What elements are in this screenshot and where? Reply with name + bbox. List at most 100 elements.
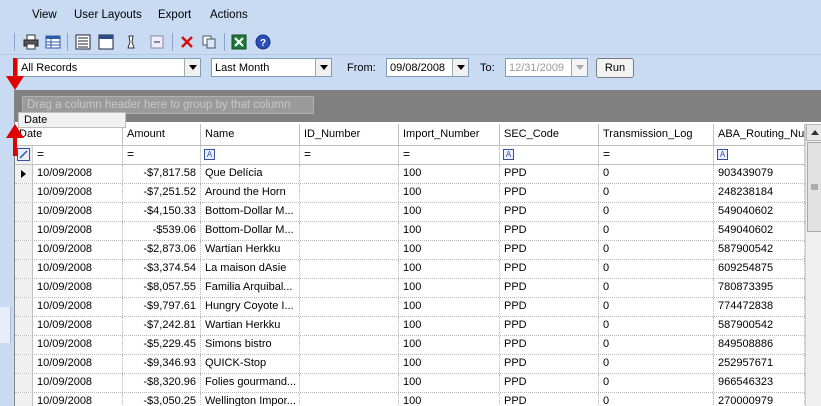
cell-name[interactable]: Wartian Herkku: [201, 241, 300, 259]
cell-sec-code[interactable]: PPD: [500, 279, 599, 297]
cell-amount[interactable]: -$7,817.58: [123, 165, 201, 183]
cell-id-number[interactable]: [300, 241, 399, 259]
cell-transmission-log[interactable]: 0: [599, 374, 714, 392]
period-dropdown[interactable]: Last Month: [211, 58, 332, 77]
from-date-picker[interactable]: 09/08/2008: [386, 58, 469, 77]
column-header-sec-code[interactable]: SEC_Code: [500, 124, 599, 145]
group-by-area[interactable]: Drag a column header here to group by th…: [15, 90, 821, 122]
cell-date[interactable]: 10/09/2008: [33, 260, 123, 278]
column-header-amount[interactable]: Amount: [123, 124, 201, 145]
cell-name[interactable]: La maison dAsie: [201, 260, 300, 278]
cell-transmission-log[interactable]: 0: [599, 355, 714, 373]
row-selector[interactable]: [15, 260, 33, 278]
cell-sec-code[interactable]: PPD: [500, 222, 599, 240]
filter-icon[interactable]: [122, 33, 140, 51]
cell-amount[interactable]: -$9,797.61: [123, 298, 201, 316]
menu-user-layouts[interactable]: User Layouts: [74, 9, 142, 21]
row-selector[interactable]: [15, 165, 33, 183]
cell-name[interactable]: Around the Horn: [201, 184, 300, 202]
cell-date[interactable]: 10/09/2008: [33, 298, 123, 316]
cell-date[interactable]: 10/09/2008: [33, 336, 123, 354]
cell-sec-code[interactable]: PPD: [500, 355, 599, 373]
cell-transmission-log[interactable]: 0: [599, 336, 714, 354]
row-selector[interactable]: [15, 374, 33, 392]
filter-cell-transmission-log[interactable]: =: [599, 146, 714, 164]
cell-name[interactable]: QUICK-Stop: [201, 355, 300, 373]
cell-date[interactable]: 10/09/2008: [33, 374, 123, 392]
to-date-picker[interactable]: 12/31/2009: [505, 58, 588, 77]
copy-icon[interactable]: [200, 33, 218, 51]
cell-import-number[interactable]: 100: [399, 184, 500, 202]
cell-import-number[interactable]: 100: [399, 336, 500, 354]
cell-amount[interactable]: -$7,251.52: [123, 184, 201, 202]
table-row[interactable]: 10/09/2008 -$7,817.58 Que Delícia 100 PPD 0 90…: [15, 165, 805, 184]
cell-transmission-log[interactable]: 0: [599, 203, 714, 221]
table-row[interactable]: 10/09/2008 -$7,242.81 Wartian Herkku 100 PPD…: [15, 317, 805, 336]
cell-import-number[interactable]: 100: [399, 222, 500, 240]
row-selector[interactable]: [15, 241, 33, 259]
cell-aba-routing[interactable]: 549040602: [714, 222, 805, 240]
cell-id-number[interactable]: [300, 203, 399, 221]
cell-amount[interactable]: -$8,320.96: [123, 374, 201, 392]
cell-sec-code[interactable]: PPD: [500, 184, 599, 202]
cell-transmission-log[interactable]: 0: [599, 165, 714, 183]
cell-import-number[interactable]: 100: [399, 203, 500, 221]
cell-name[interactable]: Bottom-Dollar M...: [201, 203, 300, 221]
row-selector[interactable]: [15, 203, 33, 221]
cell-date[interactable]: 10/09/2008: [33, 203, 123, 221]
column-header-id-number[interactable]: ID_Number: [300, 124, 399, 145]
cell-transmission-log[interactable]: 0: [599, 279, 714, 297]
table-row[interactable]: 10/09/2008 -$4,150.33 Bottom-Dollar M... 10…: [15, 203, 805, 222]
row-selector[interactable]: [15, 317, 33, 335]
cell-transmission-log[interactable]: 0: [599, 260, 714, 278]
collapse-icon[interactable]: [148, 33, 166, 51]
list-icon[interactable]: [74, 33, 92, 51]
cell-date[interactable]: 10/09/2008: [33, 184, 123, 202]
run-button[interactable]: Run: [596, 58, 634, 78]
cell-aba-routing[interactable]: 609254875: [714, 260, 805, 278]
table-row[interactable]: 10/09/2008 -$8,320.96 Folies gourmand... 10…: [15, 374, 805, 393]
cell-name[interactable]: Folies gourmand...: [201, 374, 300, 392]
window-icon[interactable]: [97, 33, 115, 51]
cell-transmission-log[interactable]: 0: [599, 393, 714, 406]
cell-import-number[interactable]: 100: [399, 165, 500, 183]
cell-amount[interactable]: -$8,057.55: [123, 279, 201, 297]
filter-cell-aba-routing[interactable]: A: [714, 146, 805, 164]
cell-amount[interactable]: -$2,873.06: [123, 241, 201, 259]
cell-amount[interactable]: -$7,242.81: [123, 317, 201, 335]
scroll-up-icon[interactable]: [806, 124, 821, 141]
cell-name[interactable]: Hungry Coyote I...: [201, 298, 300, 316]
cell-id-number[interactable]: [300, 165, 399, 183]
cell-import-number[interactable]: 100: [399, 317, 500, 335]
cell-amount[interactable]: -$4,150.33: [123, 203, 201, 221]
cell-transmission-log[interactable]: 0: [599, 298, 714, 316]
row-selector[interactable]: [15, 279, 33, 297]
help-icon[interactable]: ?: [254, 33, 272, 51]
cell-sec-code[interactable]: PPD: [500, 393, 599, 406]
table-row[interactable]: 10/09/2008 -$9,346.93 QUICK-Stop 100 PPD 0 252…: [15, 355, 805, 374]
column-header-name[interactable]: Name: [201, 124, 300, 145]
table-row[interactable]: 10/09/2008 -$3,374.54 La maison dAsie 100 PP…: [15, 260, 805, 279]
cell-aba-routing[interactable]: 270000979: [714, 393, 805, 406]
column-header-aba-routing[interactable]: ABA_Routing_Nu: [714, 124, 805, 145]
cell-sec-code[interactable]: PPD: [500, 317, 599, 335]
cell-sec-code[interactable]: PPD: [500, 336, 599, 354]
cell-import-number[interactable]: 100: [399, 241, 500, 259]
chevron-down-icon[interactable]: [571, 59, 587, 76]
filter-cell-sec-code[interactable]: A: [500, 146, 599, 164]
print-icon[interactable]: [22, 33, 40, 51]
cell-aba-routing[interactable]: 587900542: [714, 317, 805, 335]
row-selector[interactable]: [15, 184, 33, 202]
cell-transmission-log[interactable]: 0: [599, 241, 714, 259]
cell-sec-code[interactable]: PPD: [500, 298, 599, 316]
cell-amount[interactable]: -$9,346.93: [123, 355, 201, 373]
cell-id-number[interactable]: [300, 279, 399, 297]
table-row[interactable]: 10/09/2008 -$539.06 Bottom-Dollar M... 100 P…: [15, 222, 805, 241]
menu-actions[interactable]: Actions: [210, 9, 248, 21]
row-selector[interactable]: [15, 393, 33, 406]
cell-import-number[interactable]: 100: [399, 374, 500, 392]
cell-name[interactable]: Que Delícia: [201, 165, 300, 183]
table-row[interactable]: 10/09/2008 -$8,057.55 Familia Arquibal... 1…: [15, 279, 805, 298]
cell-amount[interactable]: -$3,374.54: [123, 260, 201, 278]
cell-id-number[interactable]: [300, 317, 399, 335]
